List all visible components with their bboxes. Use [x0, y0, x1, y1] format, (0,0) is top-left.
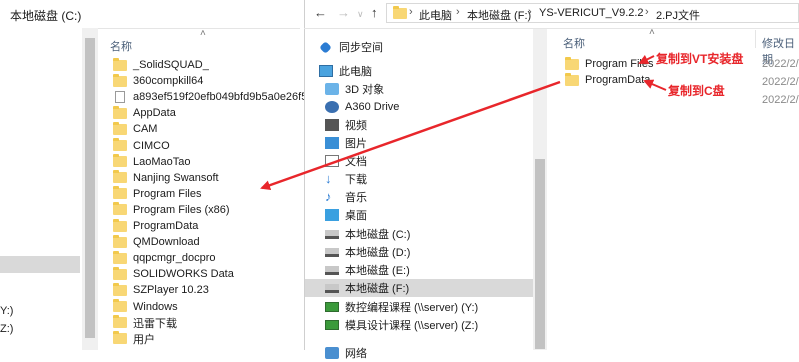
annotation-arrows	[260, 54, 667, 191]
arrow-to-program-files	[638, 54, 655, 64]
arrow-to-programdata	[643, 79, 667, 91]
arrow-to-left-window	[260, 80, 561, 191]
